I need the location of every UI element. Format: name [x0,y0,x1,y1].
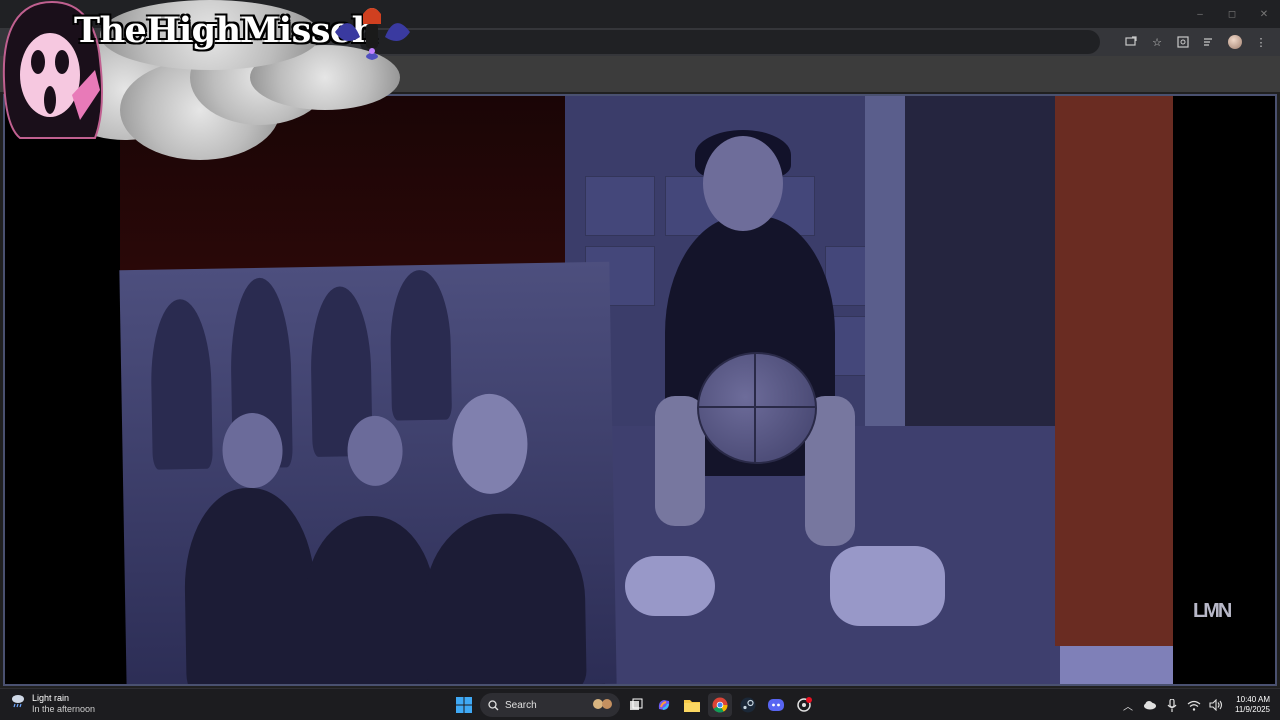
install-app-icon[interactable] [1120,31,1142,53]
brick-wall [905,96,1055,436]
bookmarks-bar [0,56,1280,92]
pinned-apps: Search [452,692,816,718]
system-tray: ︿ 10:40 AM 11/9/2025 [1121,689,1270,720]
video-frame: LMN [5,96,1275,684]
weather-condition: Light rain [32,693,70,703]
profile-avatar [1228,35,1242,49]
search-icon [488,699,499,710]
screen: – ◻ ✕ ☆ ⋮ LMN TheHighMisseh Light rain I… [0,0,1280,720]
chrome-icon [712,697,728,713]
steam-icon [740,697,756,713]
app-with-notification-icon [797,697,812,712]
windows-logo-icon [456,697,472,713]
basketball [697,352,817,464]
folder-icon [684,700,700,712]
chrome-button[interactable] [708,693,732,717]
more-menu-icon[interactable]: ⋮ [1250,31,1272,53]
microphone-icon[interactable] [1165,698,1179,712]
reading-list-icon[interactable] [1198,31,1220,53]
discord-icon [768,699,784,711]
app-button[interactable] [792,693,816,717]
blue-panel [1060,646,1173,684]
browser-toolbar: ☆ ⋮ [0,28,1280,56]
file-explorer-button[interactable] [680,693,704,717]
red-backdrop [120,96,575,271]
child-head [703,136,783,231]
toolbar-actions: ☆ ⋮ [1120,28,1272,56]
clock-time: 10:40 AM [1236,695,1270,704]
minimize-button[interactable]: – [1184,0,1216,28]
copilot-icon [658,700,670,710]
weather-widget[interactable]: Light rain In the afternoon [10,693,95,715]
system-clock[interactable]: 10:40 AM 11/9/2025 [1235,695,1270,715]
channel-watermark: LMN [1193,600,1232,622]
window-controls: – ◻ ✕ [1184,0,1280,28]
copilot-button[interactable] [652,693,676,717]
tab-search-icon[interactable] [1172,31,1194,53]
steam-button[interactable] [736,693,760,717]
orange-panel [1055,96,1173,646]
taskbar-search[interactable]: Search [480,693,620,717]
volume-icon[interactable] [1209,698,1223,712]
maximize-button[interactable]: ◻ [1216,0,1248,28]
show-hidden-icons-chevron-icon[interactable]: ︿ [1121,698,1135,713]
rain-cloud-icon [12,695,24,708]
discord-button[interactable] [764,693,788,717]
door-frame [865,96,905,436]
profile-icon[interactable] [1224,31,1246,53]
bookmark-star-icon[interactable]: ☆ [1146,31,1168,53]
clock-date: 11/9/2025 [1235,705,1270,714]
weather-forecast: In the afternoon [32,704,96,714]
search-label: Search [505,699,537,711]
wifi-icon[interactable] [1187,698,1201,712]
family-photo [119,261,617,684]
browser-titlebar: – ◻ ✕ [0,0,1280,28]
address-bar[interactable] [360,30,1100,54]
widgets-icon [592,697,614,714]
task-view-button[interactable] [624,693,648,717]
start-button[interactable] [452,693,476,717]
taskbar: Light rain In the afternoon Search ︿ 10:… [0,688,1280,720]
task-view-icon [630,698,643,710]
video-player[interactable]: LMN [3,94,1277,686]
close-button[interactable]: ✕ [1248,0,1280,28]
onedrive-cloud-icon[interactable] [1143,698,1157,712]
